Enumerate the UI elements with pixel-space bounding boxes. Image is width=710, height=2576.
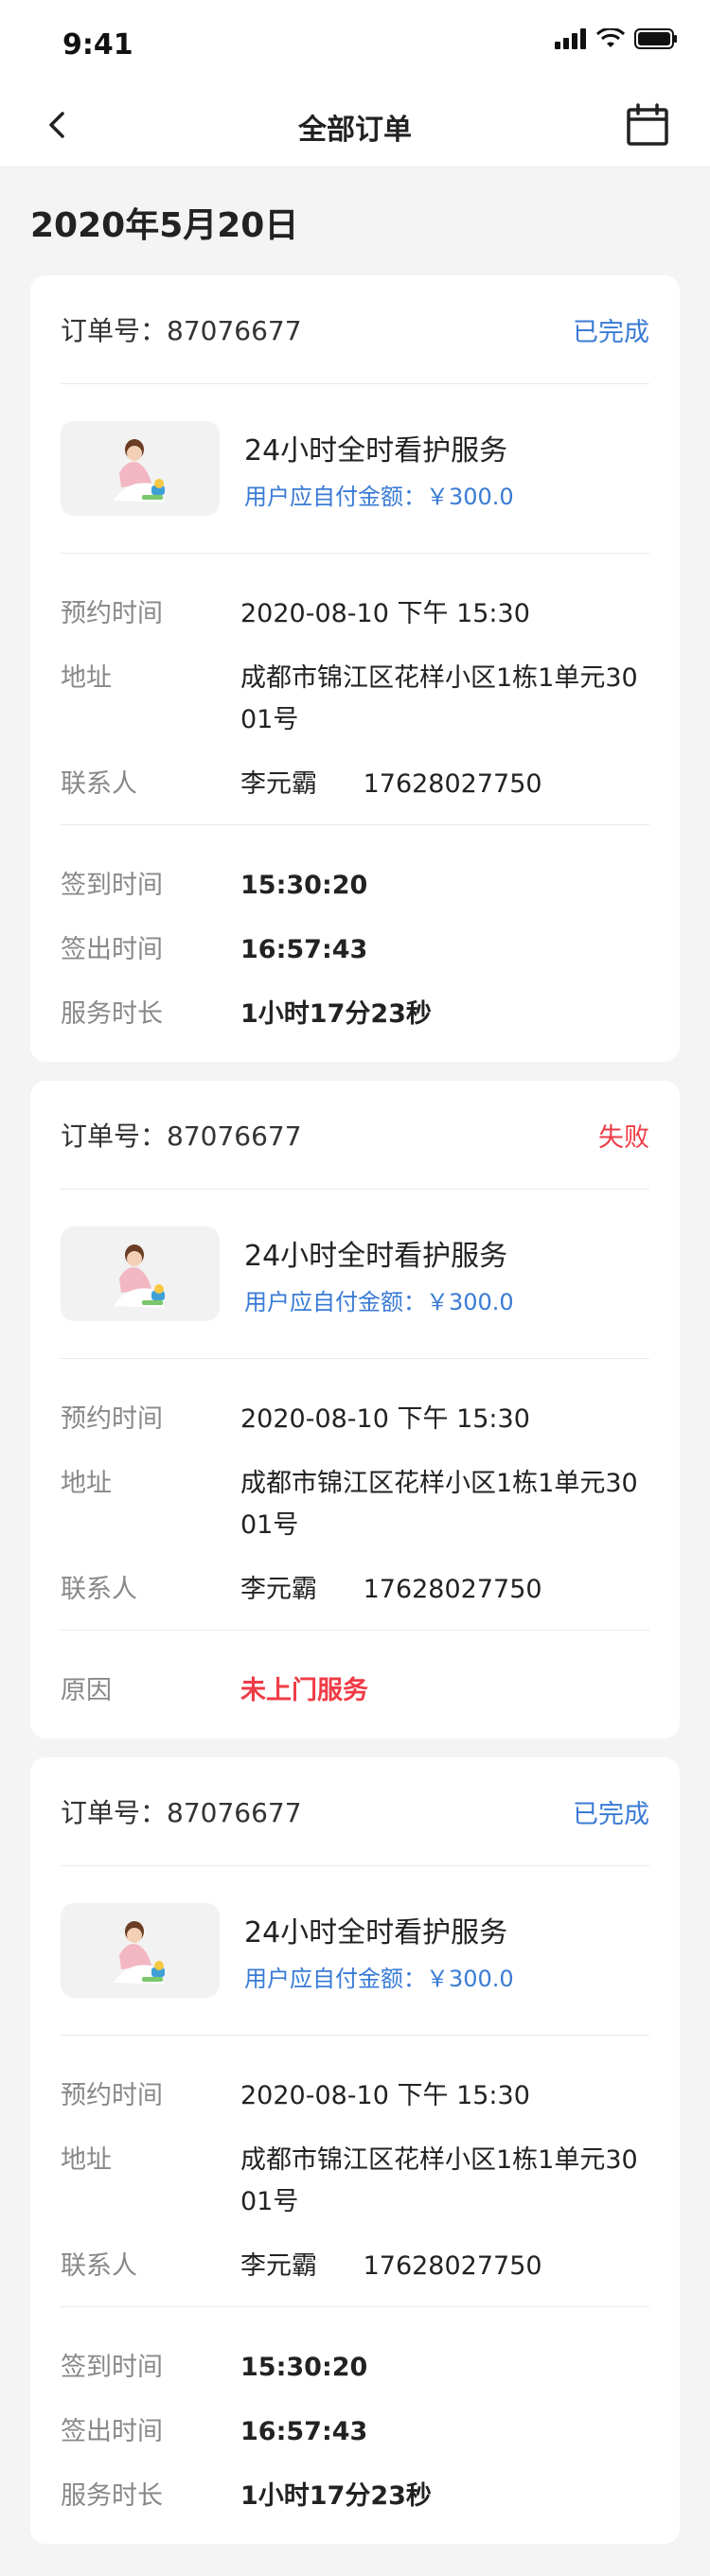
- service-title: 24小时全时看护服务: [244, 1239, 508, 1273]
- status-badge: 失败: [598, 1122, 649, 1153]
- service-item[interactable]: 24小时全时看护服务 用户应自付金额：￥300.0: [61, 1190, 649, 1359]
- caregiver-illustration-icon: [61, 421, 220, 516]
- address-value: 成都市锦江区花样小区1栋1单元3001号: [240, 663, 638, 734]
- nav-bar: 全部订单: [0, 83, 710, 168]
- status-time: 9:41: [62, 28, 133, 62]
- address-label: 地址: [61, 2145, 112, 2175]
- reason-label: 原因: [61, 1676, 112, 1705]
- checkin-label: 签到时间: [61, 871, 163, 900]
- service-thumbnail: [61, 1903, 220, 1998]
- order-header: 订单号：87076677 失败: [61, 1081, 649, 1190]
- status-badge: 已完成: [573, 1799, 649, 1829]
- service-price: 用户应自付金额：￥300.0: [244, 1288, 514, 1315]
- duration-value: 1小时17分23秒: [240, 999, 432, 1029]
- appointment-value: 2020-08-10 下午 15:30: [240, 599, 530, 628]
- contact-label: 联系人: [61, 2251, 137, 2281]
- service-record: 签到时间 15:30:20 签出时间 16:57:43 服务时长 1小时17分2…: [61, 2307, 649, 2544]
- battery-icon: [634, 28, 677, 49]
- appointment-label: 预约时间: [61, 599, 163, 628]
- service-record: 签到时间 15:30:20 签出时间 16:57:43 服务时长 1小时17分2…: [61, 825, 649, 1062]
- order-card[interactable]: 订单号：87076677 已完成 24小时全时看护服务 用户应自付金额：￥300…: [30, 275, 680, 1062]
- failure-record: 原因 未上门服务: [61, 1631, 649, 1738]
- address-label: 地址: [61, 663, 112, 693]
- caregiver-illustration-icon: [61, 1903, 220, 1998]
- address-value: 成都市锦江区花样小区1栋1单元3001号: [240, 2145, 638, 2216]
- checkin-label: 签到时间: [61, 2353, 163, 2382]
- order-info: 预约时间 2020-08-10 下午 15:30 地址 成都市锦江区花样小区1栋…: [61, 1359, 649, 1631]
- contact-label: 联系人: [61, 1575, 137, 1604]
- checkin-value: 15:30:20: [240, 2353, 368, 2382]
- service-thumbnail: [61, 421, 220, 516]
- checkout-value: 16:57:43: [240, 2417, 368, 2446]
- contact-name: 李元霸: [240, 769, 317, 799]
- calendar-icon[interactable]: [625, 102, 670, 148]
- service-item[interactable]: 24小时全时看护服务 用户应自付金额：￥300.0: [61, 1866, 649, 2036]
- order-info: 预约时间 2020-08-10 下午 15:30 地址 成都市锦江区花样小区1栋…: [61, 2036, 649, 2307]
- appointment-value: 2020-08-10 下午 15:30: [240, 2081, 530, 2110]
- service-title: 24小时全时看护服务: [244, 1915, 508, 1950]
- address-value: 成都市锦江区花样小区1栋1单元3001号: [240, 1469, 638, 1540]
- duration-label: 服务时长: [61, 999, 163, 1029]
- appointment-label: 预约时间: [61, 2081, 163, 2110]
- contact-name: 李元霸: [240, 1575, 317, 1604]
- date-heading: 2020年5月20日: [30, 206, 299, 245]
- duration-label: 服务时长: [61, 2481, 163, 2511]
- appointment-value: 2020-08-10 下午 15:30: [240, 1404, 530, 1434]
- order-header: 订单号：87076677 已完成: [61, 275, 649, 384]
- order-header: 订单号：87076677 已完成: [61, 1757, 649, 1866]
- contact-phone: 17628027750: [363, 2251, 542, 2281]
- status-badge: 已完成: [573, 317, 649, 347]
- service-thumbnail: [61, 1226, 220, 1321]
- order-info: 预约时间 2020-08-10 下午 15:30 地址 成都市锦江区花样小区1栋…: [61, 554, 649, 825]
- checkin-value: 15:30:20: [240, 871, 368, 900]
- order-card[interactable]: 订单号：87076677 已完成 24小时全时看护服务 用户应自付金额：￥300…: [30, 1757, 680, 2544]
- order-number: 订单号：87076677: [61, 1797, 302, 1828]
- page-title: 全部订单: [298, 114, 412, 147]
- checkout-label: 签出时间: [61, 935, 163, 964]
- contact-label: 联系人: [61, 769, 137, 799]
- status-bar: 9:41: [0, 0, 710, 83]
- order-number: 订单号：87076677: [61, 1120, 302, 1152]
- service-item[interactable]: 24小时全时看护服务 用户应自付金额：￥300.0: [61, 384, 649, 554]
- checkout-value: 16:57:43: [240, 935, 368, 964]
- address-label: 地址: [61, 1469, 112, 1498]
- contact-name: 李元霸: [240, 2251, 317, 2281]
- wifi-icon: [596, 28, 625, 47]
- order-card[interactable]: 订单号：87076677 失败 24小时全时看护服务 用户应自付金额：￥300.…: [30, 1081, 680, 1738]
- service-price: 用户应自付金额：￥300.0: [244, 483, 514, 510]
- order-number: 订单号：87076677: [61, 315, 302, 346]
- caregiver-illustration-icon: [61, 1226, 220, 1321]
- duration-value: 1小时17分23秒: [240, 2481, 432, 2511]
- contact-phone: 17628027750: [363, 1575, 542, 1604]
- service-price: 用户应自付金额：￥300.0: [244, 1965, 514, 1992]
- appointment-label: 预约时间: [61, 1404, 163, 1434]
- contact-phone: 17628027750: [363, 769, 542, 799]
- reason-value: 未上门服务: [240, 1676, 368, 1705]
- checkout-label: 签出时间: [61, 2417, 163, 2446]
- service-title: 24小时全时看护服务: [244, 433, 508, 468]
- status-icons: [555, 28, 678, 49]
- signal-icon: [555, 28, 586, 49]
